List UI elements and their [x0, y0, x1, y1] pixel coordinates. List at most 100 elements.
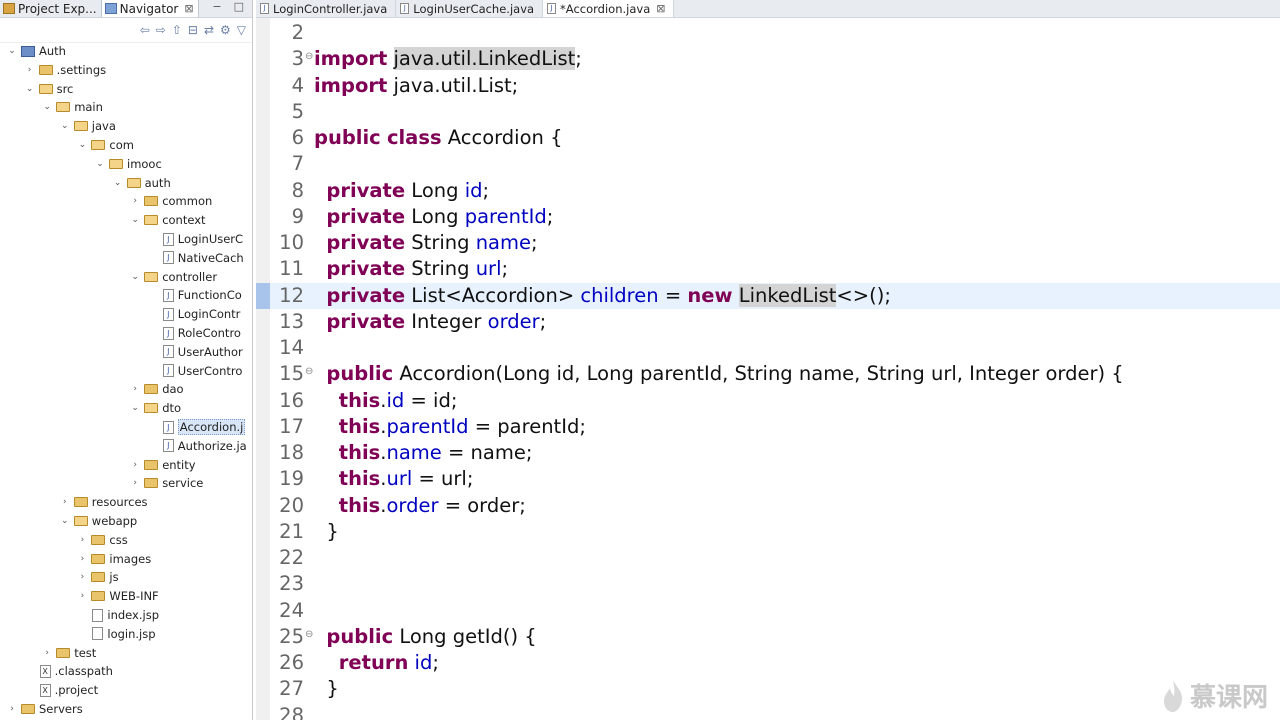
tree-item[interactable]: ⌄ java	[59, 117, 116, 136]
chevron-down-icon[interactable]: ⌄	[94, 159, 106, 169]
code-area[interactable]: 2 3 ⊖ import java.util.LinkedList; 4 import j…	[270, 18, 1280, 720]
code-line[interactable]: 16 this.id = id;	[270, 388, 1280, 414]
code-line[interactable]: 9 private Long parentId;	[270, 204, 1280, 230]
back-arrow-icon[interactable]: ⇦	[140, 23, 150, 37]
chevron-down-icon[interactable]: ⌄	[129, 215, 141, 225]
tree-item[interactable]: › entity	[129, 455, 195, 474]
chevron-right-icon[interactable]: ›	[76, 535, 88, 545]
tree-item[interactable]: › dao	[129, 380, 183, 399]
tree-item[interactable]: › WEB-INF	[76, 587, 159, 606]
chevron-right-icon[interactable]: ›	[41, 648, 53, 658]
tree-item[interactable]: J FunctionCo	[147, 286, 242, 305]
tree-item[interactable]: ⌄ webapp	[59, 512, 137, 531]
code-line[interactable]: 19 this.url = url;	[270, 466, 1280, 492]
code-line[interactable]: 20 this.order = order;	[270, 493, 1280, 519]
code-line[interactable]: 21 }	[270, 519, 1280, 545]
code-line[interactable]: 22	[270, 545, 1280, 571]
code-line[interactable]: 15 ⊖ public Accordion(Long id, Long paren…	[270, 361, 1280, 387]
chevron-right-icon[interactable]: ›	[24, 65, 36, 75]
tree-item[interactable]: › service	[129, 474, 203, 493]
tree-item[interactable]: › common	[129, 192, 212, 211]
code-line[interactable]: 27 }	[270, 676, 1280, 702]
code-line[interactable]: 7	[270, 151, 1280, 177]
code-line[interactable]: 6 public class Accordion {	[270, 125, 1280, 151]
chevron-right-icon[interactable]: ›	[129, 460, 141, 470]
tree-item[interactable]: › css	[76, 530, 128, 549]
code-line[interactable]: 2	[270, 20, 1280, 46]
chevron-down-icon[interactable]: ⌄	[59, 516, 71, 526]
chevron-right-icon[interactable]: ›	[129, 478, 141, 488]
tree-item[interactable]: › test	[41, 643, 96, 662]
chevron-right-icon[interactable]: ›	[76, 554, 88, 564]
code-line[interactable]: 23	[270, 571, 1280, 597]
code-line[interactable]: 5	[270, 99, 1280, 125]
tree-item[interactable]: › .settings	[24, 60, 106, 79]
chevron-right-icon[interactable]: ›	[76, 591, 88, 601]
chevron-right-icon[interactable]: ›	[76, 572, 88, 582]
tree-item[interactable]: ⌄ imooc	[94, 154, 162, 173]
code-line[interactable]: 14	[270, 335, 1280, 361]
chevron-right-icon[interactable]: ›	[129, 384, 141, 394]
tree-item[interactable]: ⌄ com	[76, 136, 134, 155]
tree-item[interactable]: ⌄ Auth	[6, 42, 66, 61]
tree-item[interactable]: ⌄ src	[24, 79, 74, 98]
tree-item[interactable]: J RoleContro	[147, 324, 241, 343]
minimize-button[interactable]: −	[212, 0, 221, 13]
fold-toggle-icon[interactable]: ⊖	[305, 44, 313, 70]
tree-item[interactable]: › Servers	[6, 700, 83, 719]
chevron-right-icon[interactable]: ›	[129, 196, 141, 206]
tree-item[interactable]: J Accordion.j	[147, 418, 246, 437]
tree-item[interactable]: X .project	[24, 681, 98, 700]
tree-item[interactable]: J Authorize.ja	[147, 436, 247, 455]
close-icon[interactable]: ⊠	[656, 2, 665, 15]
tree-item[interactable]: ⌄ dto	[129, 399, 181, 418]
tab-login-controller[interactable]: J LoginController.java	[256, 0, 397, 17]
tab-project-explorer[interactable]: Project Exp...	[0, 0, 101, 17]
chevron-down-icon[interactable]: ⌄	[129, 403, 141, 413]
collapse-all-icon[interactable]: ⊟	[188, 23, 198, 37]
chevron-down-icon[interactable]: ⌄	[76, 140, 88, 150]
chevron-down-icon[interactable]: ⌄	[6, 46, 18, 56]
code-line[interactable]: 26 return id;	[270, 650, 1280, 676]
tab-navigator[interactable]: Navigator ⊠	[100, 0, 199, 17]
code-line[interactable]: 11 private String url;	[270, 256, 1280, 282]
maximize-button[interactable]: □	[234, 0, 244, 13]
view-menu-icon[interactable]: ▽	[237, 23, 246, 37]
chevron-down-icon[interactable]: ⌄	[41, 102, 53, 112]
chevron-right-icon[interactable]: ›	[59, 497, 71, 507]
chevron-right-icon[interactable]: ›	[6, 704, 18, 714]
tree-item[interactable]: J UserAuthor	[147, 342, 243, 361]
code-line[interactable]: 8 private Long id;	[270, 178, 1280, 204]
chevron-down-icon[interactable]: ⌄	[129, 272, 141, 282]
code-line[interactable]: 17 this.parentId = parentId;	[270, 414, 1280, 440]
tree-item[interactable]: J LoginUserC	[147, 230, 243, 249]
tree-item[interactable]: ⌄ controller	[129, 267, 217, 286]
tree-item[interactable]: ⌄ context	[129, 211, 205, 230]
tree-item[interactable]: X .classpath	[24, 662, 113, 681]
tree-item[interactable]: ⌄ main	[41, 98, 103, 117]
tree-item[interactable]: › images	[76, 549, 152, 568]
up-folder-icon[interactable]: ⇧	[172, 23, 182, 37]
tree-item[interactable]: J UserContro	[147, 361, 242, 380]
tab-accordion[interactable]: J *Accordion.java ⊠	[543, 0, 675, 17]
code-line[interactable]: 28	[270, 703, 1280, 720]
code-line[interactable]: 25 ⊖ public Long getId() {	[270, 624, 1280, 650]
code-line[interactable]: 12 private List<Accordion> children = ne…	[270, 282, 1280, 309]
link-editor-icon[interactable]: ⇄	[204, 23, 214, 37]
code-line[interactable]: 18 this.name = name;	[270, 440, 1280, 466]
chevron-down-icon[interactable]: ⌄	[24, 84, 36, 94]
code-line[interactable]: 3 ⊖ import java.util.LinkedList;	[270, 46, 1280, 72]
code-line[interactable]: 24	[270, 598, 1280, 624]
tree-item[interactable]: J NativeCach	[147, 248, 244, 267]
tree-item[interactable]: J LoginContr	[147, 305, 240, 324]
close-icon[interactable]: ⊠	[184, 2, 193, 15]
tree-item[interactable]: › resources	[59, 493, 148, 512]
forward-arrow-icon[interactable]: ⇨	[156, 23, 166, 37]
code-line[interactable]: 4 import java.util.List;	[270, 73, 1280, 99]
annotation-ruler[interactable]	[256, 18, 270, 720]
filter-icon[interactable]: ⚙	[220, 23, 231, 37]
tree-item[interactable]: index.jsp	[76, 606, 159, 625]
code-line[interactable]: 13 private Integer order;	[270, 309, 1280, 335]
fold-toggle-icon[interactable]: ⊖	[305, 359, 313, 385]
tree-item[interactable]: ⌄ auth	[112, 173, 171, 192]
